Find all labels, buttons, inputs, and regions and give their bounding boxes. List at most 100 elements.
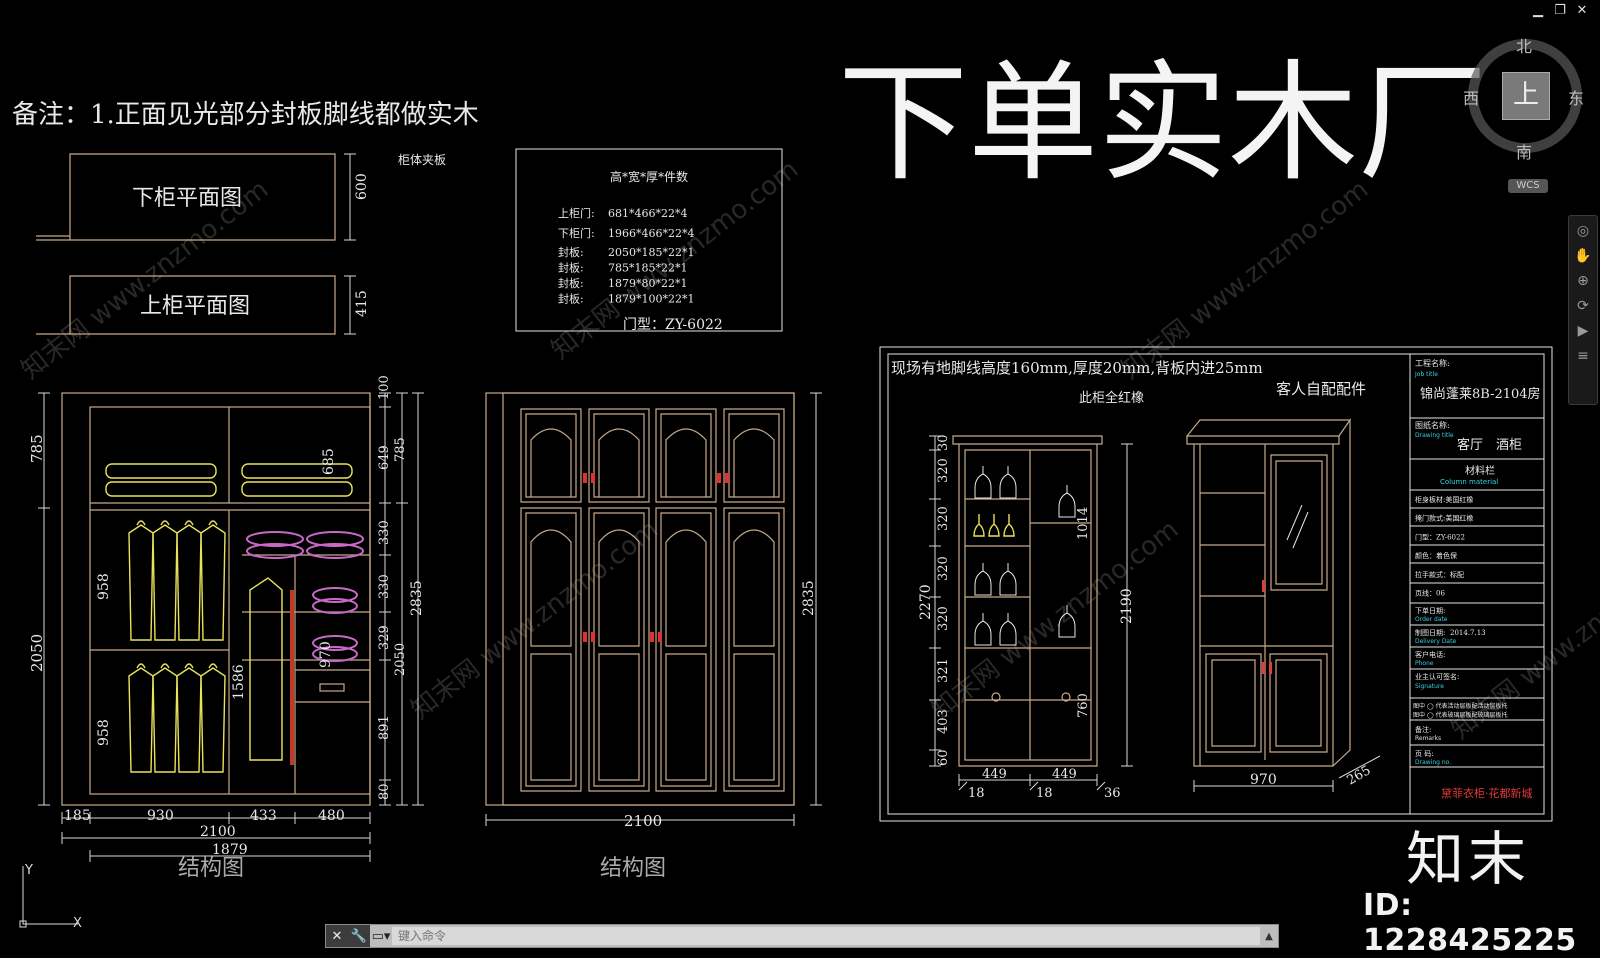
cabinet-left-dim: 320 bbox=[936, 458, 951, 483]
command-input[interactable] bbox=[392, 927, 1260, 945]
dim-2050-right: 2050 bbox=[393, 643, 408, 676]
close-command-icon[interactable]: ✕ bbox=[326, 925, 348, 947]
lower-plan-dim: 600 bbox=[354, 173, 370, 200]
watermark-logo: 知末 bbox=[1406, 825, 1531, 893]
dim-685: 685 bbox=[321, 448, 337, 475]
drawing-title-en: Drawing title bbox=[1415, 432, 1454, 439]
compass-south[interactable]: 南 bbox=[1516, 143, 1532, 162]
part-size: 681*466*22*4 bbox=[608, 207, 688, 220]
dim-329: 329 bbox=[377, 625, 392, 650]
viewcube-top-face[interactable]: 上 bbox=[1502, 72, 1550, 120]
material-label: 材料栏 bbox=[1465, 464, 1495, 477]
zoom-icon[interactable]: ⊕ bbox=[1572, 270, 1594, 292]
dim-2100-front: 2100 bbox=[624, 812, 662, 830]
fittings-note: 客人自配配件 bbox=[1276, 380, 1366, 398]
cabinet-left-dim: 30 bbox=[936, 434, 951, 451]
parts-header: 高*宽*厚*件数 bbox=[610, 169, 688, 184]
ucs-icon: Y X bbox=[19, 863, 82, 931]
part-name: 下柜门: bbox=[558, 226, 595, 240]
delivery-label: 制图日期: bbox=[1415, 628, 1445, 637]
dim-785-left: 785 bbox=[28, 434, 46, 463]
upper-door bbox=[723, 408, 785, 503]
dim-1014: 1014 bbox=[1076, 507, 1091, 540]
watermark-text: 知末网 www.znzmo.com bbox=[546, 155, 804, 366]
side-board-label: 柜体夹板 bbox=[398, 153, 446, 167]
dim-2270: 2270 bbox=[918, 584, 934, 620]
cabinet-left-dim: 320 bbox=[936, 506, 951, 531]
part-name: 封板: bbox=[558, 276, 584, 290]
steering-wheel-icon[interactable]: ◎ bbox=[1572, 220, 1594, 242]
navbar-menu-icon[interactable]: ≡ bbox=[1572, 345, 1594, 367]
vase bbox=[988, 514, 1000, 537]
compass-east[interactable]: 东 bbox=[1568, 89, 1584, 108]
orbit-icon[interactable]: ⟳ bbox=[1572, 295, 1594, 317]
dim-970-side: 970 bbox=[1250, 772, 1277, 788]
door-handle bbox=[591, 632, 595, 642]
cabinet-left-dim: 320 bbox=[936, 606, 951, 631]
watermark-layer: 知末网 www.znzmo.com 知末网 www.znzmo.com 知末网 … bbox=[16, 155, 1600, 746]
dim-958-lower: 958 bbox=[96, 719, 112, 746]
hanging-coat bbox=[200, 520, 226, 641]
hanging-coat bbox=[152, 520, 178, 641]
hanging-coat bbox=[176, 520, 202, 641]
door-handle bbox=[583, 473, 587, 483]
part-size: 1879*100*22*1 bbox=[608, 293, 695, 306]
lower-door bbox=[520, 507, 582, 792]
dim-330-b: 330 bbox=[377, 574, 392, 599]
order-date-label: 下单日期: bbox=[1415, 606, 1445, 615]
pan-icon[interactable]: ✋ bbox=[1572, 245, 1594, 267]
part-name: 封板: bbox=[558, 292, 584, 306]
dim-2190: 2190 bbox=[1119, 588, 1135, 624]
bottle bbox=[974, 563, 992, 596]
door-handle bbox=[725, 473, 729, 483]
bottle bbox=[1058, 485, 1076, 518]
title-block-row: 掩门款式:美国红橡 bbox=[1415, 514, 1473, 523]
showmotion-icon[interactable]: ▶ bbox=[1572, 320, 1594, 342]
navigation-bar: ◎ ✋ ⊕ ⟳ ▶ ≡ bbox=[1568, 215, 1598, 405]
close-icon[interactable]: ✕ bbox=[1574, 2, 1590, 20]
part-name: 封板: bbox=[558, 245, 584, 259]
dim-433: 433 bbox=[250, 808, 277, 824]
remarks-en: Remarks bbox=[1415, 735, 1441, 742]
command-history-arrow-icon[interactable]: ▲ bbox=[1260, 931, 1278, 942]
part-size: 1966*466*22*4 bbox=[608, 227, 695, 240]
recent-commands-icon[interactable]: ▭▾ bbox=[370, 925, 392, 947]
hanging-coat bbox=[128, 520, 154, 641]
vase bbox=[1003, 514, 1015, 537]
watermark-id: ID: 1228425225 bbox=[1363, 888, 1577, 958]
dim-265: 265 bbox=[1345, 763, 1374, 788]
vase bbox=[973, 514, 985, 537]
compass-west[interactable]: 西 bbox=[1463, 89, 1479, 108]
window-controls: ▁ ❐ ✕ bbox=[1530, 2, 1590, 20]
cabinet-left-dim: 320 bbox=[936, 556, 951, 581]
upper-door bbox=[520, 408, 582, 503]
structure-caption-left: 结构图 bbox=[178, 856, 244, 881]
lower-door bbox=[723, 507, 785, 792]
restore-icon[interactable]: ❐ bbox=[1552, 2, 1568, 20]
upper-plan-title: 上柜平面图 bbox=[140, 294, 250, 319]
dim-330-a: 330 bbox=[377, 520, 392, 545]
compass-north[interactable]: 北 bbox=[1516, 37, 1532, 56]
hanging-coat bbox=[128, 663, 154, 773]
drawing-canvas[interactable]: 知末网 www.znzmo.com 知末网 www.znzmo.com 知末网 … bbox=[0, 0, 1600, 947]
dim-958-upper: 958 bbox=[96, 573, 112, 600]
delivery-value: 2014.7.13 bbox=[1450, 629, 1486, 637]
upper-door bbox=[655, 408, 717, 503]
dim-80: 80 bbox=[377, 783, 392, 800]
minimize-icon[interactable]: ▁ bbox=[1530, 2, 1546, 20]
phone-label: 客户电话: bbox=[1415, 650, 1445, 659]
order-date-en: Order date bbox=[1415, 616, 1448, 623]
dim-185: 185 bbox=[64, 808, 91, 824]
customize-wrench-icon[interactable]: 🔧 bbox=[348, 925, 370, 947]
door-type: 门型：ZY-6022 bbox=[623, 317, 723, 333]
remark-note: 备注：1.正面见光部分封板脚线都做实木 bbox=[12, 100, 479, 130]
job-title-en: Job title bbox=[1414, 371, 1438, 378]
dim-891: 891 bbox=[377, 715, 392, 740]
structure-caption-front: 结构图 bbox=[600, 856, 666, 881]
dim-760: 760 bbox=[1076, 693, 1091, 718]
ucs-menu-button[interactable]: WCS bbox=[1508, 179, 1548, 193]
legend-1: 图中 ◯ 代表活动层板配活动层板托 bbox=[1413, 702, 1508, 710]
sign-en: Signature bbox=[1415, 683, 1444, 690]
site-note: 现场有地脚线高度160mm,厚度20mm,背板内进25mm bbox=[891, 359, 1263, 377]
lower-door bbox=[655, 507, 717, 792]
